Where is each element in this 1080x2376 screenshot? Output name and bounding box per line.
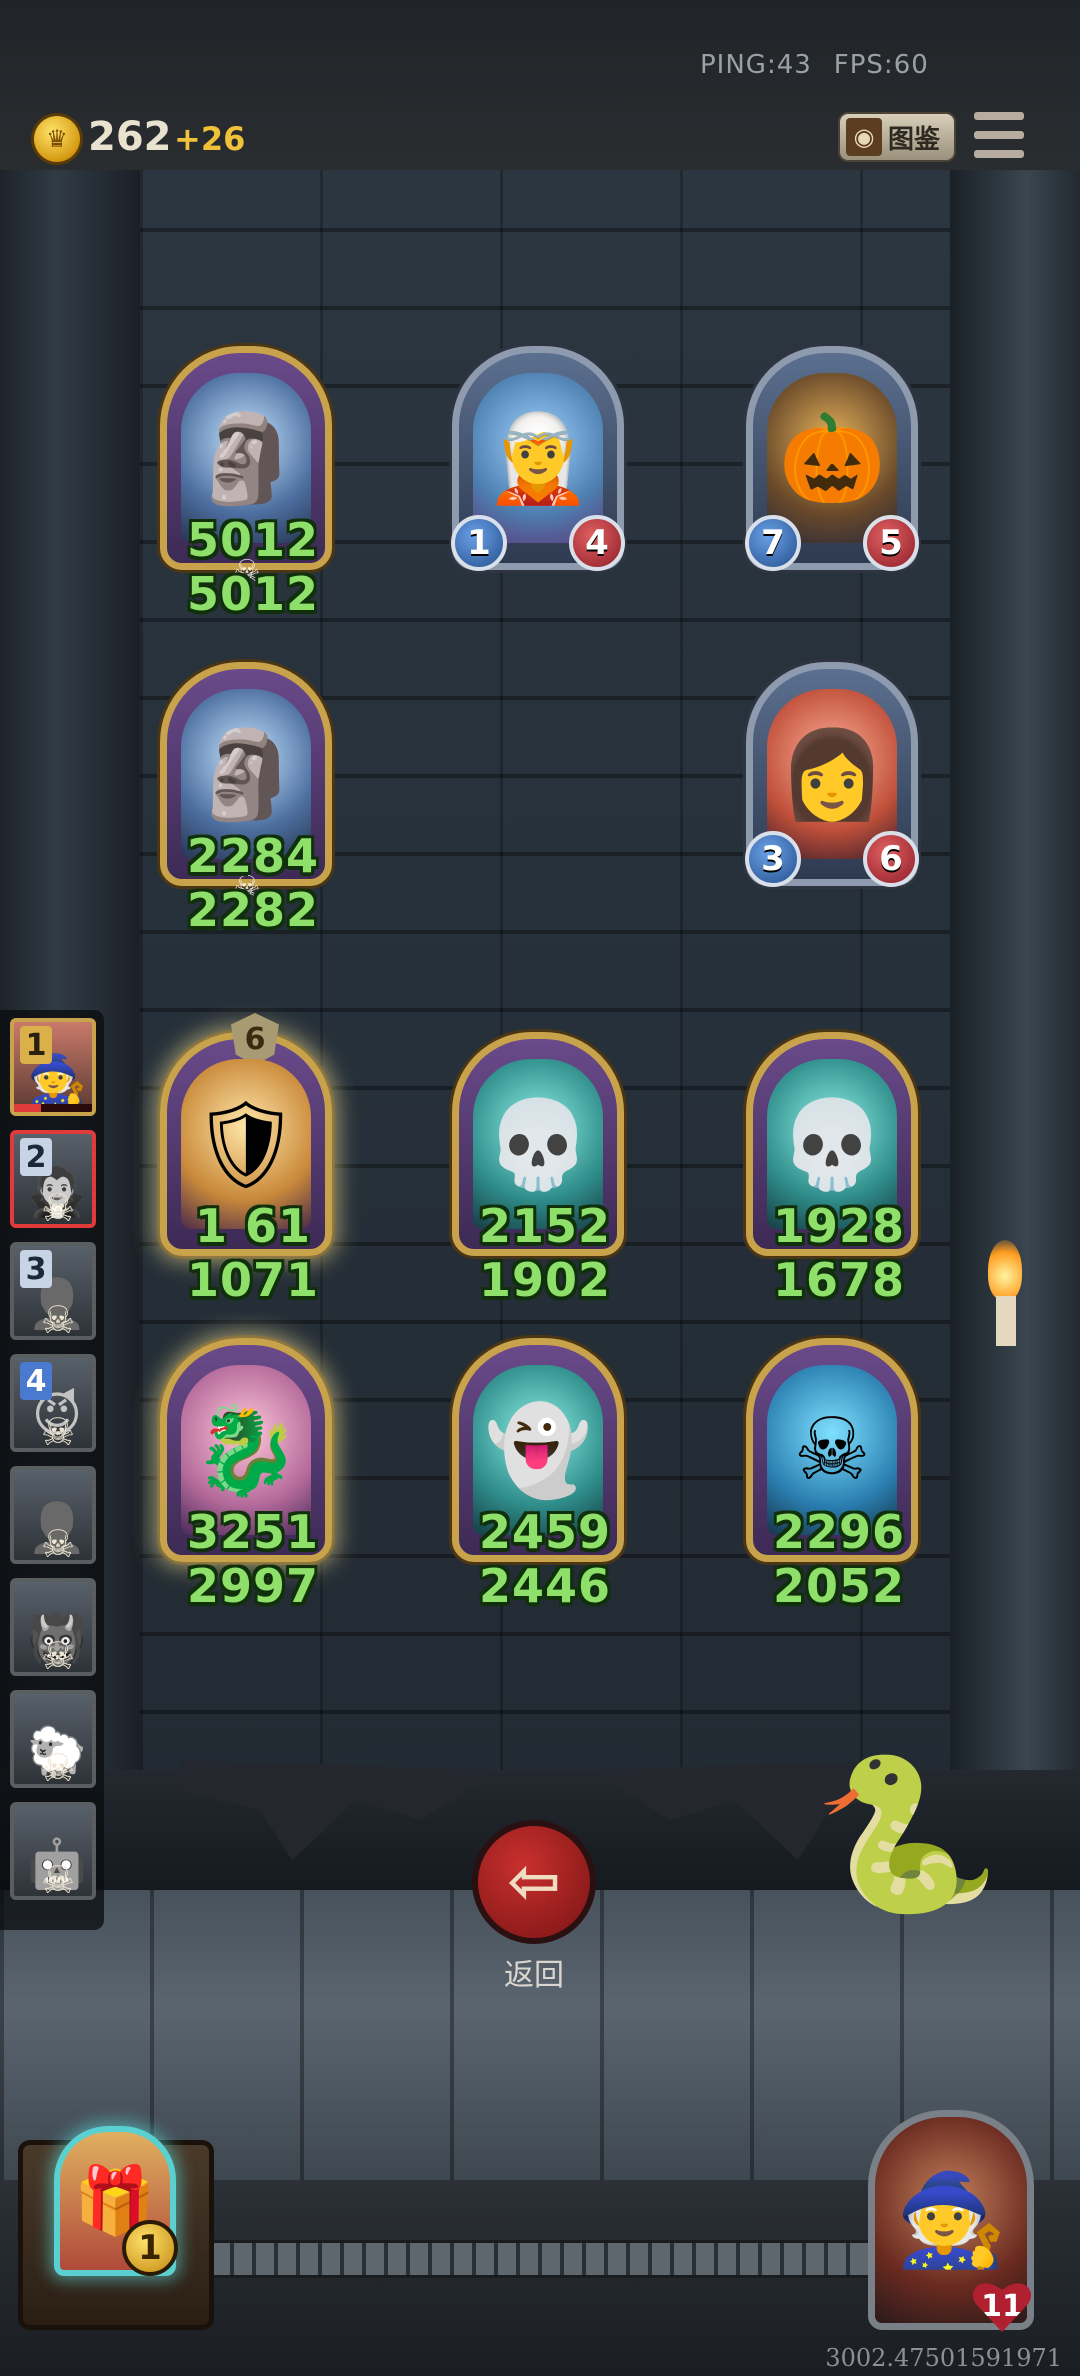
queue-item-8[interactable]: 🤖 ☠ bbox=[10, 1802, 96, 1900]
hamburger-menu-icon[interactable] bbox=[974, 112, 1024, 158]
board-card-ice-gargoyle[interactable]: 🗿 ☠ 5012 5012 bbox=[160, 346, 332, 621]
debug-coordinate: 3002.47501591971 bbox=[825, 2344, 1062, 2372]
board-card-pink-dragon[interactable]: 🐉 3251 2997 bbox=[160, 1338, 332, 1613]
queue-item-3[interactable]: 👤 3 ☠ bbox=[10, 1242, 96, 1340]
card-stats: 2152 1902 bbox=[478, 1199, 612, 1307]
chain-decoration bbox=[190, 2240, 870, 2278]
queue-number: 2 bbox=[20, 1138, 52, 1176]
skull-icon: ☠ bbox=[40, 1186, 76, 1228]
torch-flame-icon bbox=[988, 1240, 1022, 1300]
queue-number: 1 bbox=[20, 1026, 52, 1064]
health-badge: 4 bbox=[569, 515, 625, 571]
board-card-ghoul[interactable]: 💀 1928 1678 bbox=[746, 1032, 918, 1307]
attack-badge: 1 bbox=[451, 515, 507, 571]
fps-readout: FPS:60 bbox=[833, 50, 929, 80]
back-label: 返回 bbox=[504, 1958, 564, 1993]
book-icon: ◉ bbox=[846, 118, 882, 156]
candle-icon bbox=[996, 1296, 1016, 1346]
card-stats: 2284 2282 bbox=[186, 829, 320, 937]
skull-icon: ☠ bbox=[40, 1746, 76, 1788]
board-card-priestess[interactable]: 👩 3 6 bbox=[745, 662, 919, 887]
card-stats: 5012 5012 bbox=[186, 513, 320, 621]
health-badge: 5 bbox=[863, 515, 919, 571]
board-card-elf-mage[interactable]: 🧝 1 4 bbox=[451, 346, 625, 571]
back-button[interactable]: ⇦ bbox=[472, 1820, 596, 1944]
gold-coin-icon: ♛ bbox=[34, 116, 80, 162]
attack-badge: 7 bbox=[745, 515, 801, 571]
card-stats: 2296 2052 bbox=[772, 1505, 906, 1613]
queue-item-7[interactable]: 🐑 ☠ bbox=[10, 1690, 96, 1788]
board-card-golden-paladin[interactable]: 6 🛡 1 61 1071 bbox=[160, 1013, 332, 1307]
queue-item-4[interactable]: 😈 4 ☠ bbox=[10, 1354, 96, 1452]
card-stats: 1 61 1071 bbox=[186, 1199, 320, 1307]
snake-pet-icon[interactable]: 🐍 bbox=[812, 1720, 1002, 1950]
skull-icon: ☠ bbox=[40, 1634, 76, 1676]
tavern-level-badge: 1 bbox=[122, 2220, 178, 2276]
board-card-pumpkin-golem[interactable]: 🎃 7 5 bbox=[745, 346, 919, 571]
skull-icon: ☠ bbox=[40, 1410, 76, 1452]
skull-icon: ☠ bbox=[40, 1522, 76, 1564]
board-card-hooded-reaper[interactable]: ☠ 2296 2052 bbox=[746, 1338, 918, 1613]
gold-amount: 262 bbox=[88, 114, 172, 160]
ping-readout: PING:43 bbox=[700, 50, 812, 80]
board-card-ghoul[interactable]: 💀 2152 1902 bbox=[452, 1032, 624, 1307]
skull-icon: ☠ bbox=[40, 1298, 76, 1340]
gold-income: +26 bbox=[174, 120, 246, 158]
skull-icon: ☠ bbox=[40, 1858, 76, 1900]
queue-number: 4 bbox=[20, 1362, 52, 1400]
queue-item-5[interactable]: 👤 ☠ bbox=[10, 1466, 96, 1564]
network-stats: PING:43 FPS:60 bbox=[700, 50, 929, 80]
codex-button[interactable]: ◉ 图鉴 bbox=[838, 112, 956, 162]
queue-item-6[interactable]: 👹 ☠ bbox=[10, 1578, 96, 1676]
card-stats: 1928 1678 bbox=[772, 1199, 906, 1307]
card-stats: 3251 2997 bbox=[186, 1505, 320, 1613]
attack-badge: 3 bbox=[745, 831, 801, 887]
board-card-spectral-vampire[interactable]: 👻 2459 2446 bbox=[452, 1338, 624, 1613]
board-card-ice-gargoyle[interactable]: 🗿 ☠ 2284 2282 bbox=[160, 662, 332, 937]
opponent-queue: 🧙 1 🧛 2 ☠ 👤 3 ☠ 😈 4 ☠ 👤 ☠ 👹 ☠ 🐑 ☠ 🤖 ☠ bbox=[0, 1010, 104, 1930]
health-badge: 6 bbox=[863, 831, 919, 887]
queue-number: 3 bbox=[20, 1250, 52, 1288]
right-pillar bbox=[950, 170, 1080, 1910]
gnome-hero-icon: 🧙 bbox=[894, 2167, 1008, 2273]
queue-health-bar bbox=[14, 1104, 92, 1112]
arrow-left-icon: ⇦ bbox=[507, 1845, 561, 1919]
card-stats: 2459 2446 bbox=[478, 1505, 612, 1613]
queue-item-2[interactable]: 🧛 2 ☠ bbox=[10, 1130, 96, 1228]
codex-label: 图鉴 bbox=[888, 124, 941, 155]
queue-item-1[interactable]: 🧙 1 bbox=[10, 1018, 96, 1116]
